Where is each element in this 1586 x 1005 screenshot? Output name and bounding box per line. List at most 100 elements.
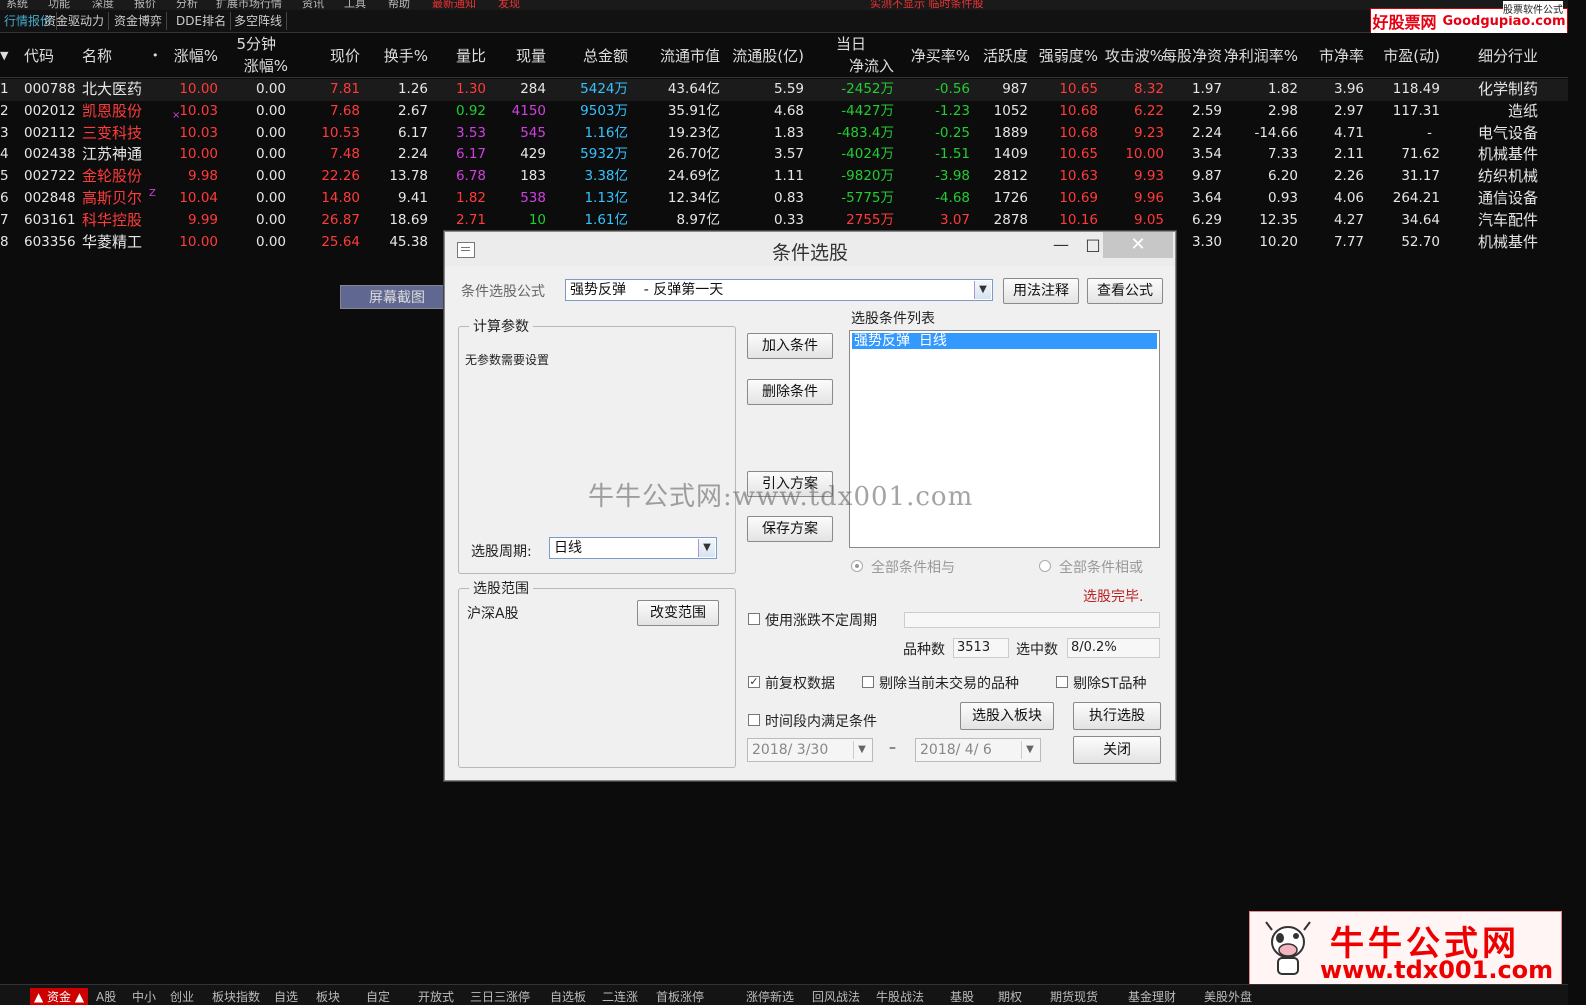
bottom-tab-7[interactable]: 自定: [366, 988, 390, 1005]
cell-attack: 6.22: [1133, 102, 1164, 119]
bottom-tab-2[interactable]: 中小: [132, 988, 156, 1005]
col-float-mktcap[interactable]: 流通市值: [640, 33, 720, 77]
delete-condition-button[interactable]: 删除条件: [747, 379, 833, 405]
table-row[interactable]: 6 002848 高斯贝尔 Z 10.04 0.00 14.80 9.41 1.…: [0, 188, 1568, 210]
time-range-checkbox[interactable]: [748, 714, 760, 726]
period-select[interactable]: 日线 ▼: [549, 537, 717, 559]
cell-5min: 0.00: [255, 81, 286, 97]
formula-value: 强势反弹 - 反弹第一天: [570, 282, 724, 298]
menu-tools[interactable]: 工具: [344, 0, 366, 10]
menu-latest-notice[interactable]: 最新通知: [432, 0, 476, 10]
table-row[interactable]: 5 002722 金轮股份 9.98 0.00 22.26 13.78 6.78…: [0, 166, 1568, 188]
bottom-tab-3[interactable]: 创业: [170, 988, 194, 1005]
bottom-tab-14[interactable]: 回风战法: [812, 988, 860, 1005]
menu-discover[interactable]: 发现: [498, 0, 520, 10]
menu-depth[interactable]: 深度: [92, 0, 114, 10]
formula-select[interactable]: 强势反弹 - 反弹第一天 ▼: [565, 279, 993, 301]
bottom-tab-12[interactable]: 首板涨停: [656, 988, 704, 1005]
table-row[interactable]: 3 002112 三变科技 10.03 0.00 10.53 6.17 3.53…: [0, 123, 1568, 145]
col-pe[interactable]: 市盈(动): [1370, 33, 1440, 77]
close-button[interactable]: 关闭: [1073, 736, 1161, 764]
col-net-inflow[interactable]: 当日 净流入: [808, 33, 894, 77]
cell-price: 10.53: [321, 124, 360, 141]
tab-long-short[interactable]: 多空阵线: [230, 12, 288, 30]
bottom-tab-19[interactable]: 基金理财: [1128, 988, 1176, 1005]
col-5min-change[interactable]: 5分钟 涨幅%: [228, 33, 288, 77]
col-turnover[interactable]: 换手%: [370, 33, 428, 77]
exclude-untraded-checkbox[interactable]: [862, 676, 874, 688]
menu-help[interactable]: 帮助: [388, 0, 410, 10]
bottom-tab-5[interactable]: 自选: [274, 988, 298, 1005]
col-amount[interactable]: 总金额: [560, 33, 628, 77]
progress-bar: [904, 612, 1160, 628]
menu-quote[interactable]: 报价: [134, 0, 156, 10]
close-icon[interactable]: ✕: [1103, 232, 1173, 258]
col-net-buy-rate[interactable]: 净买率%: [900, 33, 970, 77]
col-nav-per-share[interactable]: 每股净资: [1158, 33, 1222, 77]
forward-adjust-checkbox[interactable]: ✓: [748, 676, 760, 688]
radio-or[interactable]: [1039, 560, 1051, 572]
condition-list[interactable]: 强势反弹 日线: [849, 330, 1160, 548]
menu-function[interactable]: 功能: [48, 0, 70, 10]
add-to-block-button[interactable]: 选股入板块: [960, 702, 1054, 730]
bottom-tab-13[interactable]: 涨停新选: [746, 988, 794, 1005]
col-name[interactable]: 名称: [82, 33, 112, 77]
tab-fund-game[interactable]: 资金博弈: [110, 12, 168, 30]
exclude-st-checkbox[interactable]: [1056, 676, 1068, 688]
col-current-volume[interactable]: 现量: [496, 33, 546, 77]
usage-notes-button[interactable]: 用法注释: [1003, 278, 1079, 304]
bottom-tab-17[interactable]: 期权: [998, 988, 1022, 1005]
col-attack-wave[interactable]: 攻击波%: [1100, 33, 1164, 77]
col-change-pct[interactable]: 涨幅%: [160, 33, 218, 77]
bottom-tab-8[interactable]: 开放式: [418, 988, 454, 1005]
table-row[interactable]: 2 002012 凯恩股份 × 10.03 0.00 7.68 2.67 0.9…: [0, 101, 1568, 123]
bottom-tab-9[interactable]: 三日三涨停: [470, 988, 530, 1005]
menu-extended-market[interactable]: 扩展市场行情: [216, 0, 282, 10]
bottom-tab-10[interactable]: 自选板: [550, 988, 586, 1005]
bottom-tab-16[interactable]: 基股: [950, 988, 974, 1005]
col-industry[interactable]: 细分行业: [1450, 33, 1538, 77]
menu-analysis[interactable]: 分析: [176, 0, 198, 10]
bottom-tab-6[interactable]: 板块: [316, 988, 340, 1005]
col-volume-ratio[interactable]: 量比: [440, 33, 486, 77]
menu-news[interactable]: 资讯: [302, 0, 324, 10]
table-row[interactable]: 1 000788 北大医药 10.00 0.00 7.81 1.26 1.30 …: [0, 79, 1568, 101]
uncertain-period-checkbox[interactable]: [748, 613, 760, 625]
cell-activity: 987: [1002, 81, 1028, 97]
view-formula-button[interactable]: 查看公式: [1087, 278, 1163, 304]
menu-system[interactable]: 系统: [6, 0, 28, 10]
col-float-shares[interactable]: 流通股(亿): [726, 33, 804, 77]
bottom-tab-1[interactable]: A股: [96, 988, 116, 1005]
bottom-tab-18[interactable]: 期货现货: [1050, 988, 1098, 1005]
save-scheme-button[interactable]: 保存方案: [747, 516, 833, 542]
col-code[interactable]: 代码: [24, 33, 54, 77]
col-pb[interactable]: 市净率: [1310, 33, 1364, 77]
bottom-tab-15[interactable]: 牛股战法: [876, 988, 924, 1005]
col-activity[interactable]: 活跃度: [976, 33, 1028, 77]
sort-arrow-icon[interactable]: ▼: [0, 33, 14, 77]
cell-code: 002848: [24, 189, 76, 206]
col-price[interactable]: 现价: [300, 33, 360, 77]
bottom-tab-20[interactable]: 美股外盘: [1204, 988, 1252, 1005]
table-row[interactable]: 4 002438 江苏神通 10.00 0.00 7.48 2.24 6.17 …: [0, 144, 1568, 166]
dialog-titlebar[interactable]: 条件选股 — □ ✕: [445, 232, 1175, 266]
add-condition-button[interactable]: 加入条件: [747, 333, 833, 359]
execute-button[interactable]: 执行选股: [1073, 702, 1161, 730]
col-strength[interactable]: 强弱度%: [1032, 33, 1098, 77]
range-value: 沪深A股: [467, 606, 519, 622]
bottom-tab-0[interactable]: ▲ 资金 ▲: [30, 988, 89, 1005]
tab-fund-drive[interactable]: 资金驱动力: [40, 12, 110, 30]
col-net-profit-rate[interactable]: 净利润率%: [1222, 33, 1298, 77]
table-row[interactable]: 7 603161 科华控股 9.99 0.00 26.87 18.69 2.71…: [0, 210, 1568, 232]
cell-volume-ratio: 3.53: [455, 124, 486, 141]
cell-volume-ratio: 1.82: [455, 189, 486, 206]
date-to-picker[interactable]: 2018/ 4/ 6 ▼: [915, 738, 1041, 762]
bottom-tab-4[interactable]: 板块指数: [212, 988, 260, 1005]
tab-dde-rank[interactable]: DDE排名: [172, 12, 232, 30]
cell-inflow: -2452万: [841, 81, 894, 97]
list-item[interactable]: 强势反弹 日线: [852, 333, 1157, 349]
date-from-picker[interactable]: 2018/ 3/30 ▼: [747, 738, 873, 762]
change-range-button[interactable]: 改变范围: [637, 600, 719, 626]
radio-and[interactable]: [851, 560, 863, 572]
bottom-tab-11[interactable]: 二连涨: [602, 988, 638, 1005]
